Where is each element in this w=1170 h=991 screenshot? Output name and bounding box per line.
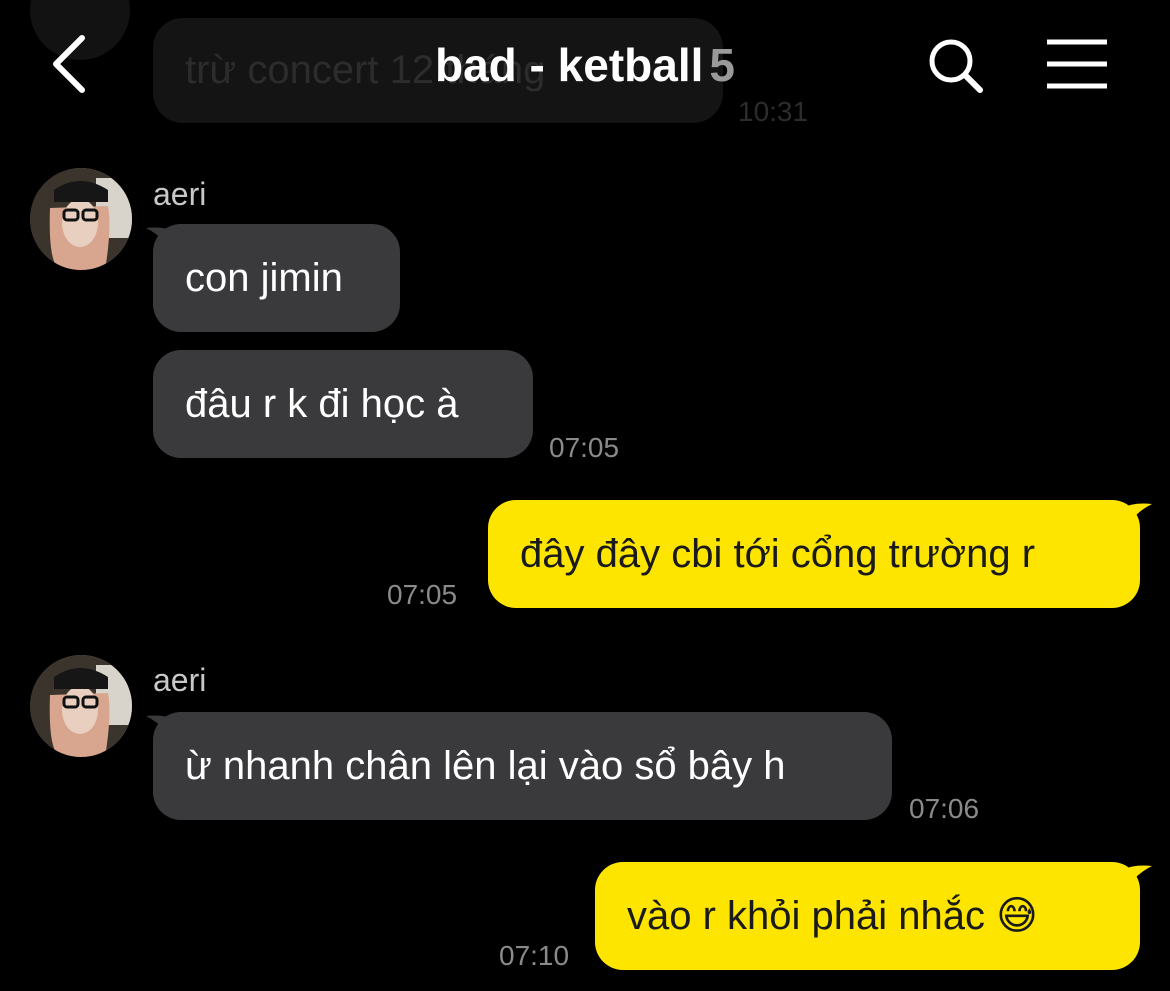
menu-button[interactable] <box>1044 38 1110 90</box>
incoming-message-bubble[interactable]: con jimin <box>153 224 400 332</box>
avatar-aeri[interactable] <box>30 168 132 270</box>
incoming-message-bubble[interactable]: đâu r k đi học à <box>153 350 533 458</box>
chat-header: bad - ketball 5 <box>0 0 1170 135</box>
avatar-aeri[interactable] <box>30 655 132 757</box>
member-count: 5 <box>709 39 735 91</box>
search-icon <box>929 39 983 93</box>
outgoing-bubble-tail <box>1122 865 1152 902</box>
incoming-message-bubble[interactable]: ừ nhanh chân lên lại vào sổ bây h <box>153 712 892 820</box>
outgoing-message-bubble[interactable]: vào r khỏi phải nhắc 😅 <box>595 862 1140 970</box>
profile-photo-icon <box>30 168 132 270</box>
message-timestamp: 07:10 <box>499 940 570 971</box>
chat-title: bad - ketball 5 <box>0 38 1170 92</box>
outgoing-bubble-tail <box>1122 503 1152 540</box>
message-timestamp: 07:05 <box>549 432 620 463</box>
profile-photo-icon <box>30 655 132 757</box>
hamburger-menu-icon <box>1047 39 1107 89</box>
sender-name: aeri <box>153 176 207 212</box>
search-button[interactable] <box>924 34 988 98</box>
chat-name: bad - ketball <box>435 39 704 91</box>
sender-name: aeri <box>153 662 207 698</box>
outgoing-message-bubble[interactable]: đây đây cbi tới cổng trường r <box>488 500 1140 608</box>
message-timestamp: 07:06 <box>909 793 980 824</box>
message-timestamp: 07:05 <box>387 579 458 610</box>
